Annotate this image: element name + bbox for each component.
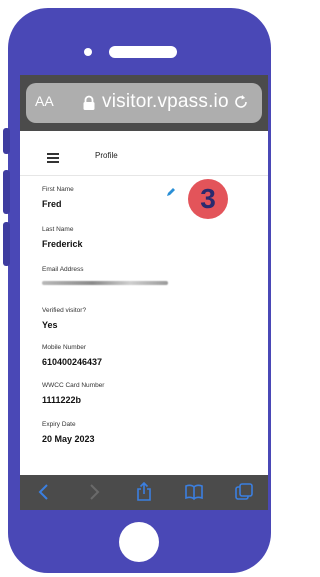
url-text: visitor.vpass.io <box>102 91 229 112</box>
redacted-email <box>42 281 168 285</box>
bookmarks-icon[interactable] <box>184 482 204 502</box>
lock-icon <box>83 95 95 110</box>
app-header: Profile <box>20 131 268 176</box>
share-icon[interactable] <box>134 482 154 502</box>
side-button-2 <box>3 170 10 214</box>
field-label: WWCC Card Number <box>42 382 105 389</box>
field-expiry: Expiry Date 20 May 2023 <box>42 421 95 444</box>
reload-icon[interactable] <box>232 93 250 111</box>
field-label: Last Name <box>42 226 74 233</box>
step-badge: 3 <box>188 179 228 219</box>
home-button[interactable] <box>119 522 159 562</box>
field-value: Yes <box>42 320 58 330</box>
field-value: Fred <box>42 199 62 209</box>
menu-icon[interactable] <box>47 153 59 163</box>
field-mobile: Mobile Number 610400246437 <box>42 344 102 367</box>
phone-screen: AA visitor.vpass.io Profile 3 First Name… <box>20 75 268 510</box>
field-label: Expiry Date <box>42 421 76 428</box>
forward-icon[interactable] <box>84 482 104 502</box>
camera-dot <box>84 48 92 56</box>
address-bar[interactable]: AA visitor.vpass.io <box>26 83 262 123</box>
field-label: First Name <box>42 186 74 193</box>
field-verified: Verified visitor? Yes <box>42 307 86 330</box>
field-label: Mobile Number <box>42 344 87 351</box>
field-label: Verified visitor? <box>42 307 87 314</box>
field-wwcc: WWCC Card Number 1111222b <box>42 382 104 405</box>
field-first-name: First Name Fred <box>42 186 74 209</box>
edit-icon[interactable] <box>166 187 176 197</box>
field-value: Frederick <box>42 239 83 249</box>
field-value: 1111222b <box>42 395 82 405</box>
field-value: 610400246437 <box>42 357 103 367</box>
back-icon[interactable] <box>34 482 54 502</box>
field-last-name: Last Name Frederick <box>42 226 83 249</box>
text-size-button[interactable]: AA <box>35 93 54 109</box>
field-label: Email Address <box>42 266 84 273</box>
field-email: Email Address <box>42 266 168 285</box>
tabs-icon[interactable] <box>234 482 254 502</box>
side-button-3 <box>3 222 10 266</box>
field-value: 20 May 2023 <box>42 434 95 444</box>
page-title: Profile <box>95 151 118 160</box>
browser-header: AA visitor.vpass.io <box>20 75 268 131</box>
speaker-slot <box>109 46 177 58</box>
side-button-1 <box>3 128 10 154</box>
browser-toolbar <box>20 475 268 510</box>
